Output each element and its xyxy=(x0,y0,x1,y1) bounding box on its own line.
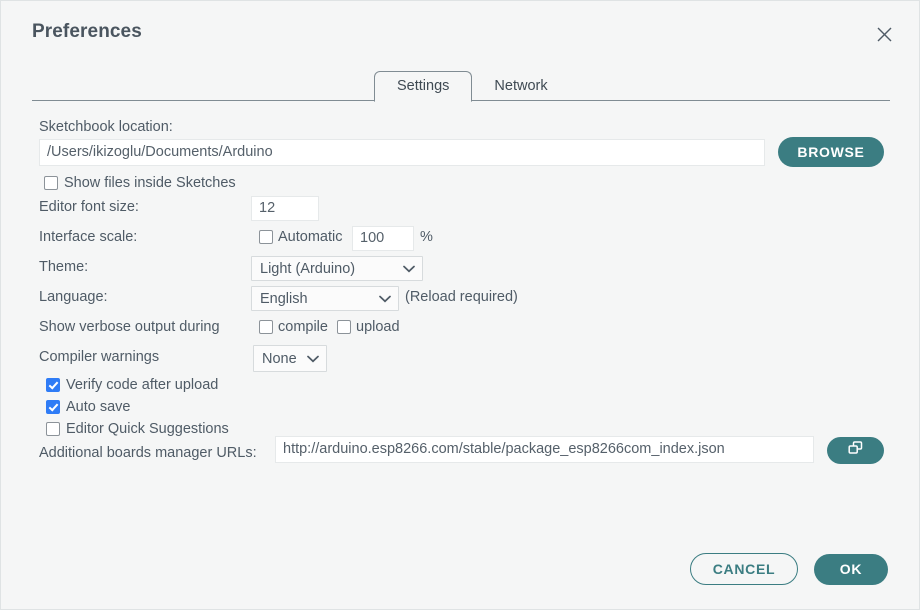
editor-font-size-input[interactable]: 12 xyxy=(251,196,319,221)
interface-scale-automatic-label[interactable]: Automatic xyxy=(278,229,342,245)
boards-manager-urls-row: Additional boards manager URLs: xyxy=(39,445,257,461)
interface-scale-automatic-checkbox[interactable] xyxy=(259,230,273,244)
chevron-down-icon xyxy=(379,291,391,307)
sketchbook-location-row: Sketchbook location: xyxy=(39,119,173,135)
show-files-inside-sketches-checkbox[interactable] xyxy=(44,176,58,190)
verbose-output-label: Show verbose output during xyxy=(39,319,220,335)
auto-save-label[interactable]: Auto save xyxy=(66,399,131,415)
show-files-inside-sketches-label[interactable]: Show files inside Sketches xyxy=(64,175,236,191)
interface-scale-unit: % xyxy=(420,229,433,245)
interface-scale-row: Interface scale: xyxy=(39,229,137,245)
boards-manager-urls-expand-button[interactable] xyxy=(827,437,884,464)
interface-scale-label: Interface scale: xyxy=(39,229,138,245)
compiler-warnings-select-value: None xyxy=(262,350,297,367)
verbose-upload-checkbox[interactable] xyxy=(337,320,351,334)
verbose-upload-group: upload xyxy=(337,319,400,335)
language-select[interactable]: English xyxy=(251,286,399,311)
auto-save-row: Auto save xyxy=(46,399,131,415)
language-note-label: (Reload required) xyxy=(405,289,518,305)
editor-quick-suggestions-label[interactable]: Editor Quick Suggestions xyxy=(66,421,229,437)
chevron-down-icon xyxy=(403,261,415,277)
compiler-warnings-row: Compiler warnings xyxy=(39,349,159,365)
verify-code-row: Verify code after upload xyxy=(46,377,218,393)
verify-code-label[interactable]: Verify code after upload xyxy=(66,377,218,393)
language-select-value: English xyxy=(260,290,308,307)
verbose-compile-checkbox[interactable] xyxy=(259,320,273,334)
verbose-compile-group: compile xyxy=(259,319,328,335)
ok-button[interactable]: OK xyxy=(814,553,888,585)
editor-quick-suggestions-row: Editor Quick Suggestions xyxy=(46,421,229,437)
theme-row: Theme: xyxy=(39,259,88,275)
editor-font-size-label: Editor font size: xyxy=(39,199,139,215)
verbose-output-row: Show verbose output during xyxy=(39,319,220,335)
verify-code-checkbox[interactable] xyxy=(46,378,60,392)
language-row: Language: xyxy=(39,289,108,305)
compiler-warnings-label: Compiler warnings xyxy=(39,349,160,365)
dialog-titlebar: Preferences xyxy=(1,1,920,63)
sketchbook-location-input[interactable]: /Users/ikizoglu/Documents/Arduino xyxy=(39,139,765,166)
open-windows-icon xyxy=(847,440,865,461)
tab-bar: Settings Network xyxy=(32,69,890,102)
close-icon[interactable] xyxy=(871,21,897,47)
language-note: (Reload required) xyxy=(405,289,518,305)
preferences-dialog: Preferences Settings Network Sketchbook … xyxy=(0,0,920,610)
interface-scale-input[interactable]: 100 xyxy=(352,226,414,251)
browse-button[interactable]: BROWSE xyxy=(778,137,884,167)
tab-network[interactable]: Network xyxy=(472,72,569,102)
boards-manager-urls-label: Additional boards manager URLs: xyxy=(39,445,257,461)
theme-select[interactable]: Light (Arduino) xyxy=(251,256,423,281)
sketchbook-location-label: Sketchbook location: xyxy=(39,119,173,135)
boards-manager-urls-input[interactable]: http://arduino.esp8266.com/stable/packag… xyxy=(275,436,814,463)
interface-scale-automatic-group: Automatic xyxy=(259,229,342,245)
tab-settings[interactable]: Settings xyxy=(374,70,473,102)
show-files-inside-sketches-row: Show files inside Sketches xyxy=(44,175,236,191)
theme-select-value: Light (Arduino) xyxy=(260,260,356,277)
theme-label: Theme: xyxy=(39,259,89,275)
editor-quick-suggestions-checkbox[interactable] xyxy=(46,422,60,436)
compiler-warnings-select[interactable]: None xyxy=(253,345,327,372)
dialog-footer: CANCEL OK xyxy=(690,553,888,585)
language-label: Language: xyxy=(39,289,108,305)
verbose-upload-label[interactable]: upload xyxy=(356,319,400,335)
page-title: Preferences xyxy=(32,21,142,42)
interface-scale-unit-label: % xyxy=(420,229,433,245)
cancel-button[interactable]: CANCEL xyxy=(690,553,798,585)
auto-save-checkbox[interactable] xyxy=(46,400,60,414)
verbose-compile-label[interactable]: compile xyxy=(278,319,328,335)
editor-font-size-row: Editor font size: xyxy=(39,199,139,215)
chevron-down-icon xyxy=(307,351,319,367)
